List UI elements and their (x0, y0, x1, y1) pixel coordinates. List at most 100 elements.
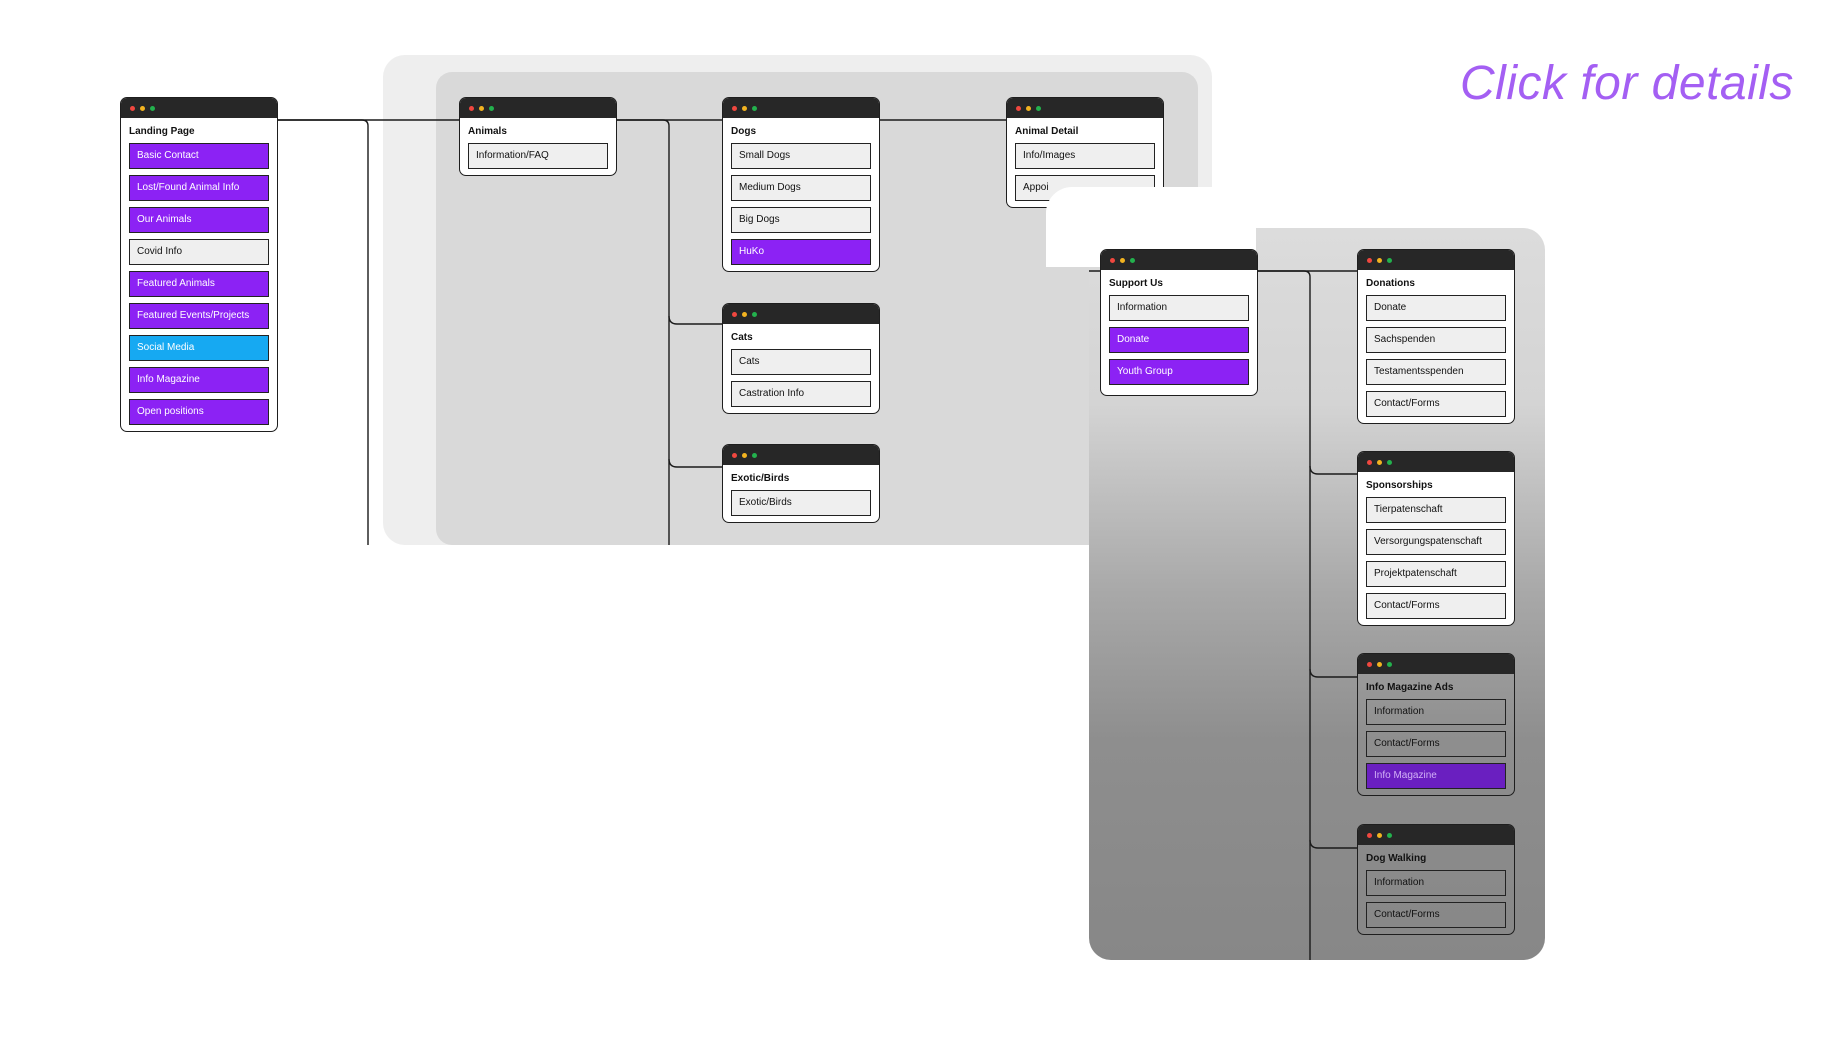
window-titlebar (1358, 825, 1514, 845)
page-item[interactable]: Info Magazine (1366, 763, 1506, 789)
close-dot-icon (130, 106, 135, 111)
page-item[interactable]: Contact/Forms (1366, 902, 1506, 928)
window-titlebar (1358, 654, 1514, 674)
line-animals-trunk (614, 119, 670, 545)
maximize-dot-icon (752, 312, 757, 317)
maximize-dot-icon (1130, 258, 1135, 263)
card-donations[interactable]: Donations Donate Sachspenden Testamentsspen… (1357, 249, 1515, 424)
maximize-dot-icon (150, 106, 155, 111)
page-item[interactable]: Cats (731, 349, 871, 375)
card-item-list: Exotic/Birds (723, 486, 879, 522)
page-item[interactable]: Medium Dogs (731, 175, 871, 201)
card-title: Dogs (731, 126, 756, 137)
card-item-list: Information Contact/Forms Info Magazine (1358, 695, 1514, 795)
minimize-dot-icon (1377, 258, 1382, 263)
page-item[interactable]: Testamentsspenden (1366, 359, 1506, 385)
minimize-dot-icon (140, 106, 145, 111)
page-item[interactable]: Exotic/Birds (731, 490, 871, 516)
card-title: Animal Detail (1015, 126, 1079, 137)
maximize-dot-icon (1387, 662, 1392, 667)
card-support-us[interactable]: Support Us Information Donate Youth Group (1100, 249, 1258, 396)
card-title: Dog Walking (1366, 853, 1427, 864)
card-title: Donations (1366, 278, 1415, 289)
card-title: Landing Page (129, 126, 195, 137)
page-item[interactable]: Sachspenden (1366, 327, 1506, 353)
page-item[interactable]: Information (1366, 699, 1506, 725)
page-item[interactable]: Information (1366, 870, 1506, 896)
page-item[interactable]: Contact/Forms (1366, 593, 1506, 619)
page-item[interactable]: Versorgungspatenschaft (1366, 529, 1506, 555)
page-item[interactable]: HuKo (731, 239, 871, 265)
maximize-dot-icon (1387, 460, 1392, 465)
page-item[interactable]: Featured Events/Projects (129, 303, 269, 329)
page-item[interactable]: Projektpatenschaft (1366, 561, 1506, 587)
close-dot-icon (732, 312, 737, 317)
window-titlebar (723, 98, 879, 118)
page-item[interactable]: Contact/Forms (1366, 391, 1506, 417)
minimize-dot-icon (1377, 662, 1382, 667)
card-item-list: Donate Sachspenden Testamentsspenden Contac… (1358, 291, 1514, 423)
card-sponsorships[interactable]: Sponsorships Tierpatenschaft Versorgungspa… (1357, 451, 1515, 626)
page-item[interactable]: Small Dogs (731, 143, 871, 169)
page-item[interactable]: Contact/Forms (1366, 731, 1506, 757)
window-titlebar (1101, 250, 1257, 270)
card-landing-page[interactable]: Landing Page Basic Contact Lost/Found Anim… (120, 97, 278, 432)
card-title: Sponsorships (1366, 480, 1433, 491)
page-item[interactable]: Covid Info (129, 239, 269, 265)
line-to-dog-walking (1309, 839, 1357, 849)
card-item-list: Information Contact/Forms (1358, 866, 1514, 934)
card-dog-walking[interactable]: Dog Walking Information Contact/Forms (1357, 824, 1515, 935)
minimize-dot-icon (1026, 106, 1031, 111)
line-to-exotic (668, 458, 722, 468)
card-item-list: Information Donate Youth Group (1101, 291, 1257, 391)
card-item-list: Information/FAQ (460, 139, 616, 175)
card-item-list: Basic Contact Lost/Found Animal Info Our A… (121, 139, 277, 431)
maximize-dot-icon (1387, 833, 1392, 838)
page-item[interactable]: Information/FAQ (468, 143, 608, 169)
minimize-dot-icon (742, 106, 747, 111)
card-dogs[interactable]: Dogs Small Dogs Medium Dogs Big Dogs HuKo (722, 97, 880, 272)
page-item[interactable]: Our Animals (129, 207, 269, 233)
card-item-list: Cats Castration Info (723, 345, 879, 413)
page-item[interactable]: Tierpatenschaft (1366, 497, 1506, 523)
card-info-magazine-ads[interactable]: Info Magazine Ads Information Contact/Form… (1357, 653, 1515, 796)
minimize-dot-icon (1377, 460, 1382, 465)
page-item[interactable]: Social Media (129, 335, 269, 361)
line-to-magazine-ads (1309, 668, 1357, 678)
page-item[interactable]: Open positions (129, 399, 269, 425)
page-item[interactable]: Lost/Found Animal Info (129, 175, 269, 201)
page-item[interactable]: Info/Images (1015, 143, 1155, 169)
page-item[interactable]: Info Magazine (129, 367, 269, 393)
close-dot-icon (1016, 106, 1021, 111)
page-item[interactable]: Castration Info (731, 381, 871, 407)
line-to-sponsorships (1309, 465, 1357, 475)
card-exotic-birds[interactable]: Exotic/Birds Exotic/Birds (722, 444, 880, 523)
close-dot-icon (469, 106, 474, 111)
page-item[interactable]: Donate (1366, 295, 1506, 321)
card-title: Animals (468, 126, 507, 137)
line-landing-trunk (276, 119, 369, 545)
window-titlebar (1358, 452, 1514, 472)
page-item[interactable]: Featured Animals (129, 271, 269, 297)
window-titlebar (1358, 250, 1514, 270)
page-item[interactable]: Big Dogs (731, 207, 871, 233)
close-dot-icon (732, 106, 737, 111)
page-item[interactable]: Information (1109, 295, 1249, 321)
close-dot-icon (1367, 833, 1372, 838)
card-item-list: Tierpatenschaft Versorgungspatenschaft Pro… (1358, 493, 1514, 625)
page-item[interactable]: Basic Contact (129, 143, 269, 169)
maximize-dot-icon (1387, 258, 1392, 263)
card-title: Support Us (1109, 278, 1163, 289)
click-for-details-hint[interactable]: Click for details (1460, 56, 1794, 111)
card-cats[interactable]: Cats Cats Castration Info (722, 303, 880, 414)
page-item[interactable]: Donate (1109, 327, 1249, 353)
close-dot-icon (1367, 258, 1372, 263)
minimize-dot-icon (1377, 833, 1382, 838)
window-titlebar (121, 98, 277, 118)
card-animals[interactable]: Animals Information/FAQ (459, 97, 617, 176)
card-title: Cats (731, 332, 753, 343)
close-dot-icon (732, 453, 737, 458)
minimize-dot-icon (479, 106, 484, 111)
close-dot-icon (1110, 258, 1115, 263)
page-item[interactable]: Youth Group (1109, 359, 1249, 385)
